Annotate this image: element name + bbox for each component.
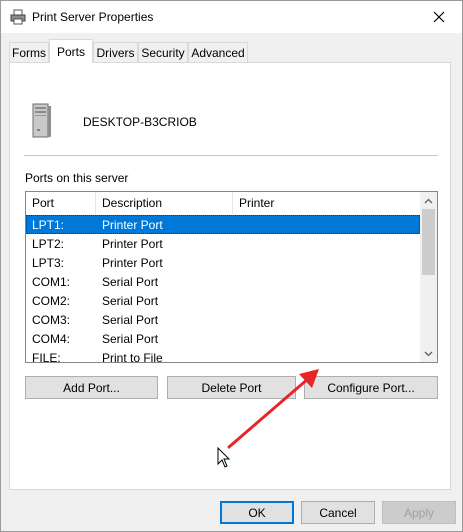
description-cell: Serial Port	[102, 274, 159, 289]
table-row[interactable]: LPT3: Printer Port	[26, 253, 420, 272]
ports-tab-panel: DESKTOP-B3CRIOB Ports on this server Por…	[9, 62, 451, 490]
port-cell: COM3:	[32, 312, 71, 327]
tab-ports[interactable]: Ports	[49, 39, 93, 63]
tab-label: Drivers	[96, 45, 135, 60]
tab-label: Advanced	[191, 45, 245, 60]
table-row[interactable]: LPT2: Printer Port	[26, 234, 420, 253]
printer-icon	[10, 9, 26, 25]
description-cell: Serial Port	[102, 312, 159, 327]
scroll-up-button[interactable]	[420, 192, 437, 209]
delete-port-button[interactable]: Delete Port	[167, 376, 296, 399]
button-label: Configure Port...	[327, 380, 415, 395]
chevron-up-icon	[424, 198, 433, 203]
scrollbar-thumb[interactable]	[422, 209, 435, 275]
button-label: Add Port...	[63, 380, 120, 395]
column-label: Printer	[239, 196, 275, 210]
close-icon	[433, 11, 445, 22]
ports-list-rows: LPT1: Printer Port LPT2: Printer Port LP…	[26, 215, 420, 363]
server-name: DESKTOP-B3CRIOB	[83, 115, 197, 129]
column-label: Port	[32, 196, 55, 210]
table-row[interactable]: COM1: Serial Port	[26, 272, 420, 291]
tab-advanced[interactable]: Advanced	[188, 42, 248, 62]
tab-drivers[interactable]: Drivers	[93, 42, 138, 62]
print-server-properties-dialog: Print Server Properties Forms Ports Driv…	[0, 0, 463, 532]
port-cell: LPT1:	[32, 217, 65, 232]
scroll-down-button[interactable]	[420, 345, 437, 362]
port-cell: COM1:	[32, 274, 71, 289]
port-cell: LPT2:	[32, 236, 65, 251]
table-row[interactable]: FILE: Print to File	[26, 348, 420, 363]
divider	[24, 155, 438, 156]
description-cell: Serial Port	[102, 293, 159, 308]
ok-button[interactable]: OK	[220, 501, 294, 524]
table-row[interactable]: LPT1: Printer Port	[26, 215, 420, 234]
chevron-down-icon	[424, 351, 433, 356]
button-label: Delete Port	[201, 380, 262, 395]
tab-label: Security	[141, 45, 185, 60]
tab-label: Ports	[56, 44, 85, 59]
column-header-port[interactable]: Port	[26, 192, 96, 214]
description-cell: Printer Port	[102, 255, 163, 270]
ports-list-label: Ports on this server	[25, 171, 129, 185]
description-cell: Printer Port	[102, 217, 163, 232]
tab-label: Forms	[12, 45, 46, 60]
table-row[interactable]: COM4: Serial Port	[26, 329, 420, 348]
mouse-cursor-icon	[217, 447, 231, 468]
computer-tower-icon	[32, 103, 51, 138]
port-cell: COM2:	[32, 293, 71, 308]
window-title: Print Server Properties	[32, 10, 154, 24]
dialog-footer: OK Cancel Apply	[1, 491, 462, 531]
button-label: OK	[248, 505, 266, 520]
description-cell: Serial Port	[102, 331, 159, 346]
port-cell: COM4:	[32, 331, 71, 346]
title-bar[interactable]: Print Server Properties	[1, 1, 462, 33]
cancel-button[interactable]: Cancel	[301, 501, 375, 524]
description-cell: Printer Port	[102, 236, 163, 251]
tab-forms[interactable]: Forms	[9, 42, 49, 62]
column-label: Description	[102, 196, 163, 210]
button-label: Apply	[403, 505, 435, 520]
ports-list-header: Port Description Printer	[26, 192, 420, 214]
column-header-printer[interactable]: Printer	[233, 192, 420, 214]
ports-list[interactable]: Port Description Printer LPT1: Printer P…	[25, 191, 438, 363]
port-cell: FILE:	[32, 350, 61, 363]
add-port-button[interactable]: Add Port...	[25, 376, 158, 399]
table-row[interactable]: COM3: Serial Port	[26, 310, 420, 329]
vertical-scrollbar[interactable]	[420, 192, 437, 362]
configure-port-button[interactable]: Configure Port...	[304, 376, 438, 399]
button-label: Cancel	[319, 505, 357, 520]
tab-security[interactable]: Security	[138, 42, 188, 62]
apply-button: Apply	[382, 501, 456, 524]
dialog-body: Forms Ports Drivers Security Advanced DE…	[1, 33, 462, 531]
column-header-description[interactable]: Description	[96, 192, 233, 214]
port-cell: LPT3:	[32, 255, 65, 270]
table-row[interactable]: COM2: Serial Port	[26, 291, 420, 310]
close-button[interactable]	[416, 1, 462, 32]
description-cell: Print to File	[102, 350, 163, 363]
